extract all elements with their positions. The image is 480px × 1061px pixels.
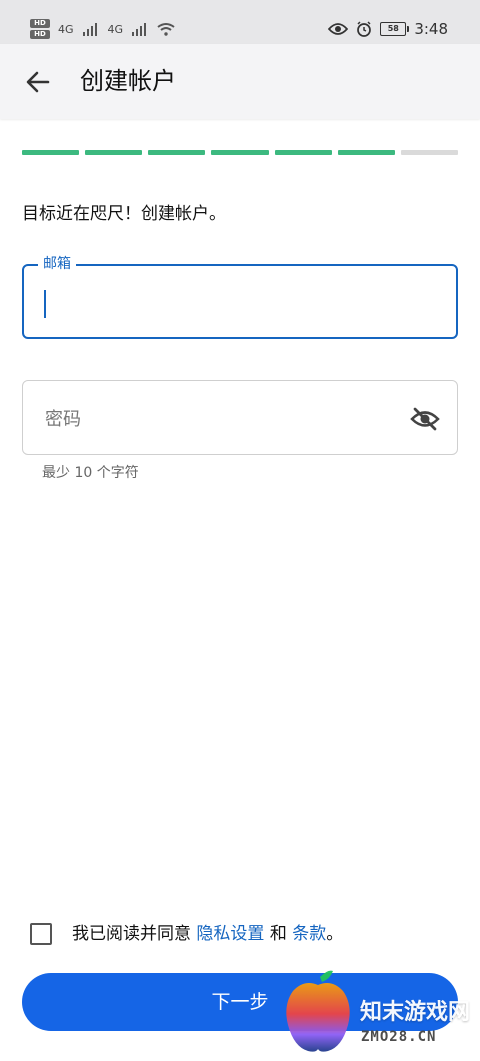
network-label: 4G [58, 22, 74, 36]
status-right: 58 3:48 [328, 18, 448, 40]
progress-segment-pending [400, 150, 458, 155]
network-label: 4G [107, 22, 124, 36]
battery-icon: 58 [380, 22, 410, 36]
email-label: 邮箱 [38, 255, 76, 273]
step-progress [22, 150, 458, 156]
terms-connector: 和 [269, 924, 287, 944]
progress-segment-done [85, 150, 143, 155]
hd-icon: HD [30, 30, 50, 39]
arrow-left-icon [26, 71, 50, 93]
back-button[interactable] [22, 66, 54, 98]
subtitle: 目标近在咫尺！创建帐户。 [22, 204, 226, 224]
text-cursor [44, 290, 46, 318]
hd-icon: HD [30, 19, 50, 28]
email-field[interactable]: 邮箱 [22, 255, 458, 339]
alarm-icon [357, 21, 372, 37]
next-button[interactable]: 下一步 [22, 973, 458, 1031]
progress-segment-done [22, 150, 80, 155]
wifi-icon [157, 23, 175, 36]
password-field[interactable] [22, 380, 458, 455]
progress-segment-done [274, 150, 332, 155]
terms-suffix: 。 [326, 924, 344, 944]
email-input[interactable] [42, 286, 436, 320]
status-left: HD HD 4G 4G [30, 16, 175, 42]
page-title: 创建帐户 [80, 67, 176, 95]
progress-segment-done [337, 150, 395, 155]
status-time: 3:48 [414, 20, 448, 38]
terms-row: 我已阅读并同意 隐私设置 和 条款。 [30, 920, 460, 948]
app-bar: 创建帐户 [0, 44, 480, 119]
hd-indicators: HD HD [30, 19, 50, 39]
progress-segment-done [211, 150, 269, 155]
eye-off-icon [410, 407, 440, 431]
status-bar: HD HD 4G 4G 58 3:48 [0, 0, 480, 44]
password-input[interactable] [43, 401, 407, 437]
eye-comfort-icon [328, 23, 349, 35]
terms-text: 我已阅读并同意 隐私设置 和 条款。 [72, 921, 343, 947]
signal-icon [82, 23, 97, 36]
signal-icon [132, 23, 147, 36]
terms-checkbox[interactable] [30, 923, 52, 945]
password-visibility-toggle[interactable] [409, 403, 441, 435]
terms-link[interactable]: 条款 [292, 924, 326, 944]
watermark-subtitle: ZMO28.CN [361, 1029, 437, 1045]
privacy-link[interactable]: 隐私设置 [196, 924, 264, 944]
password-helper: 最少 10 个字符 [42, 465, 139, 481]
terms-prefix: 我已阅读并同意 [72, 924, 191, 944]
progress-segment-done [148, 150, 206, 155]
create-account-screen: HD HD 4G 4G 58 3:48 创建帐户 目标近在咫尺！创建帐户。 邮箱… [0, 0, 480, 1061]
